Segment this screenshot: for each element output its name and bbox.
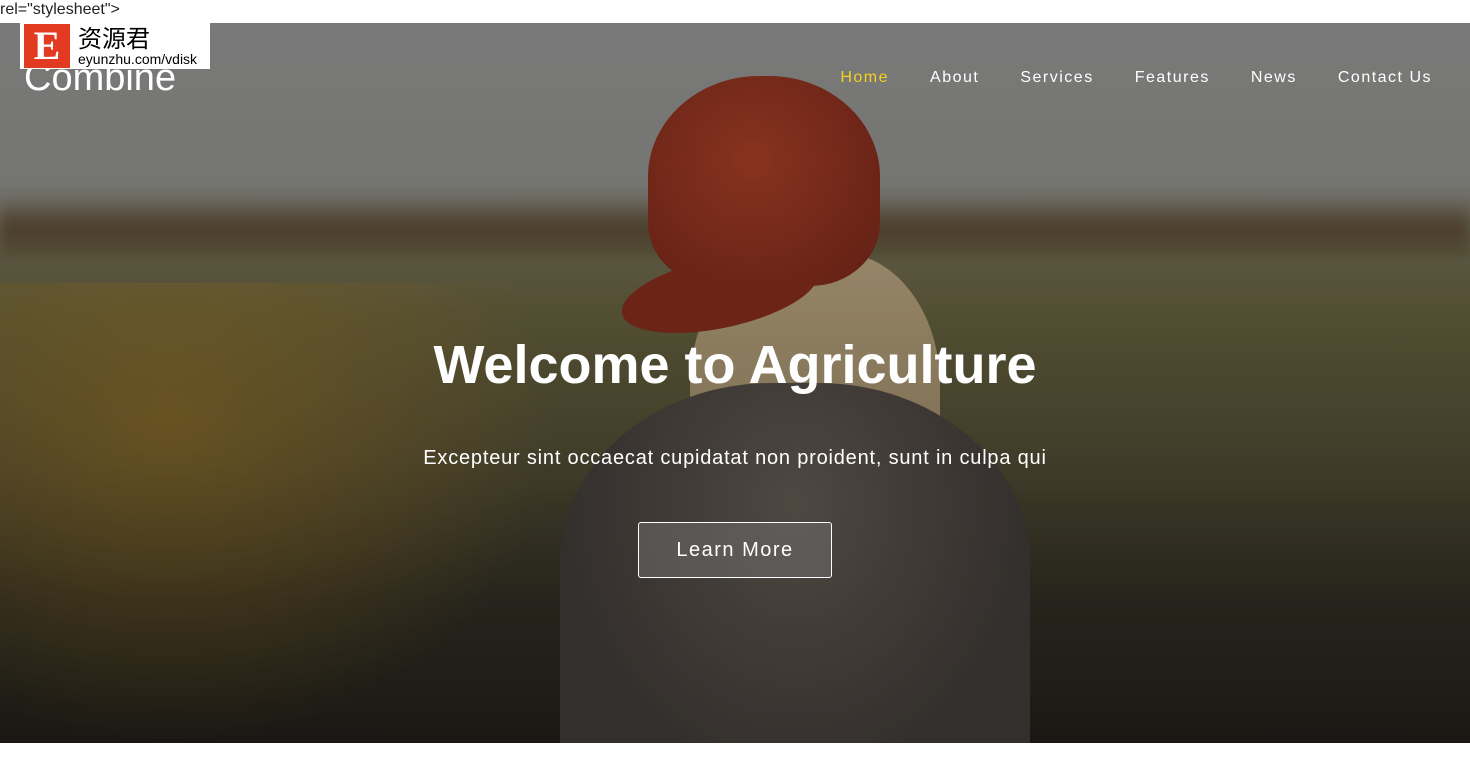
learn-more-button[interactable]: Learn More bbox=[638, 522, 832, 578]
nav-news[interactable]: News bbox=[1251, 69, 1297, 87]
watermark-logo: E 资源君 eyunzhu.com/vdisk bbox=[20, 22, 210, 69]
hero-title: Welcome to Agriculture bbox=[433, 335, 1037, 395]
main-nav: Home About Services Features News Contac… bbox=[840, 69, 1432, 87]
nav-home[interactable]: Home bbox=[840, 69, 889, 87]
nav-features[interactable]: Features bbox=[1135, 69, 1210, 87]
nav-about[interactable]: About bbox=[930, 69, 979, 87]
watermark-chinese: 资源君 bbox=[78, 24, 150, 53]
watermark-url: eyunzhu.com/vdisk bbox=[78, 50, 198, 67]
nav-services[interactable]: Services bbox=[1020, 69, 1093, 87]
watermark-e-icon: E bbox=[24, 23, 70, 68]
hero-subtitle: Excepteur sint occaecat cupidatat non pr… bbox=[423, 447, 1047, 469]
nav-contact-us[interactable]: Contact Us bbox=[1338, 69, 1432, 87]
stray-markup-text: rel="stylesheet"> bbox=[0, 1, 120, 18]
